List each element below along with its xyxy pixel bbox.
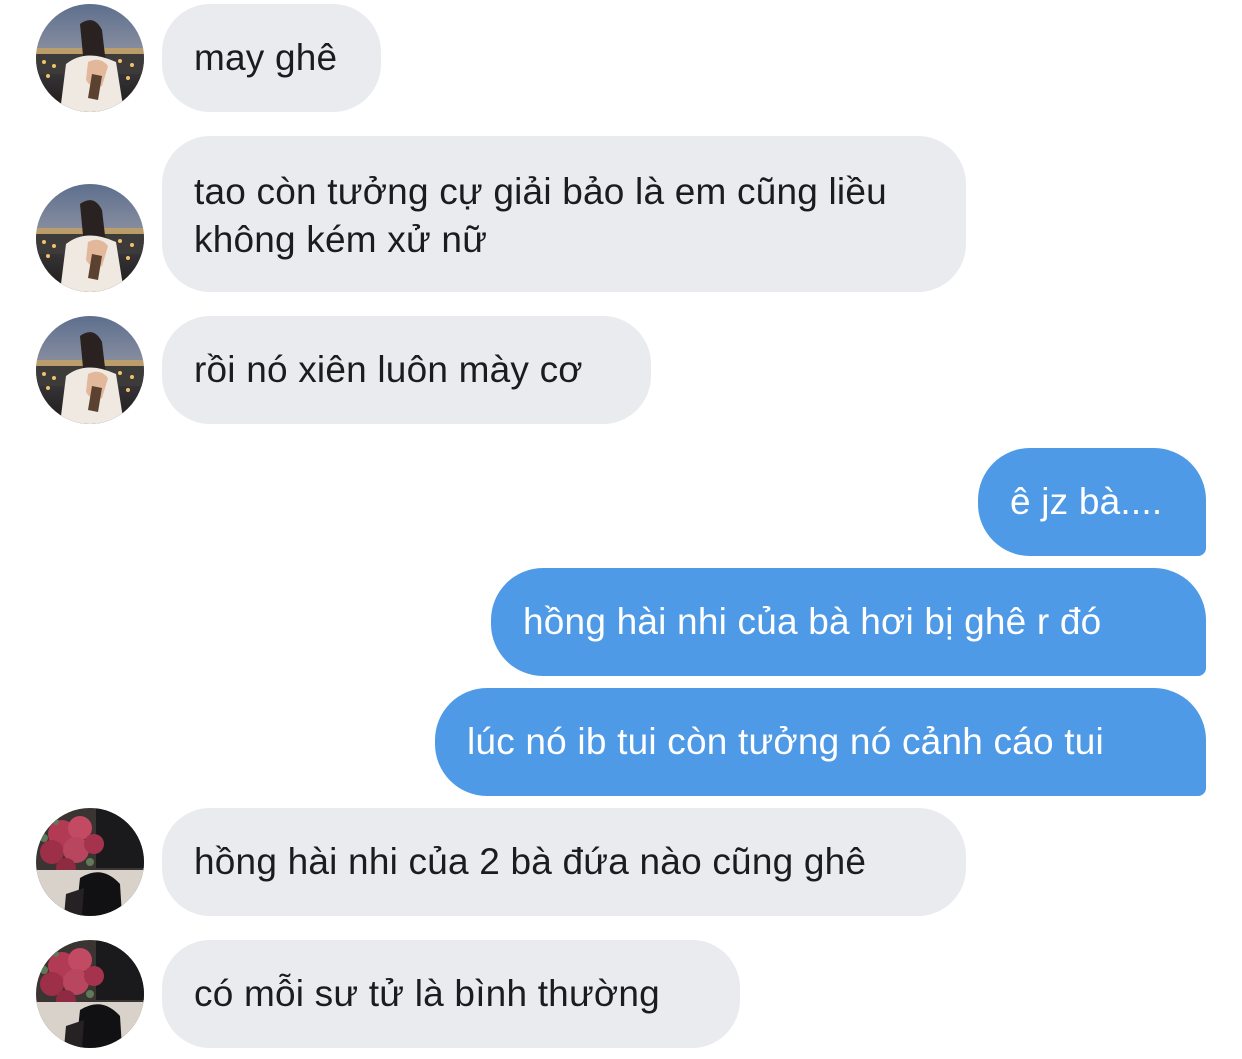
- avatar[interactable]: [36, 184, 144, 292]
- message-text: có mỗi sư tử là bình thường: [194, 973, 660, 1014]
- message-text: tao còn tưởng cự giải bảo là em cũng liề…: [194, 171, 887, 260]
- avatar-girl-city-icon: [36, 316, 144, 424]
- outgoing-message-bubble[interactable]: ê jz bà....: [978, 448, 1206, 556]
- outgoing-message-bubble[interactable]: lúc nó ib tui còn tưởng nó cảnh cáo tui: [435, 688, 1206, 796]
- incoming-message-bubble[interactable]: rồi nó xiên luôn mày cơ: [162, 316, 651, 424]
- incoming-message-bubble[interactable]: may ghê: [162, 4, 381, 112]
- message-text: hồng hài nhi của 2 bà đứa nào cũng ghê: [194, 841, 867, 882]
- incoming-message-bubble[interactable]: hồng hài nhi của 2 bà đứa nào cũng ghê: [162, 808, 966, 916]
- incoming-message-bubble[interactable]: có mỗi sư tử là bình thường: [162, 940, 740, 1048]
- avatar-girl-city-icon: [36, 4, 144, 112]
- incoming-message-bubble[interactable]: tao còn tưởng cự giải bảo là em cũng liề…: [162, 136, 966, 292]
- avatar-girl-city-icon: [36, 184, 144, 292]
- avatar[interactable]: [36, 940, 144, 1048]
- avatar[interactable]: [36, 808, 144, 916]
- message-text: rồi nó xiên luôn mày cơ: [194, 349, 583, 390]
- avatar-flowers-icon: [36, 940, 144, 1048]
- message-text: ê jz bà....: [1010, 481, 1163, 522]
- message-text: may ghê: [194, 37, 338, 78]
- message-text: lúc nó ib tui còn tưởng nó cảnh cáo tui: [467, 721, 1104, 762]
- avatar[interactable]: [36, 316, 144, 424]
- avatar[interactable]: [36, 4, 144, 112]
- avatar-flowers-icon: [36, 808, 144, 916]
- outgoing-message-bubble[interactable]: hồng hài nhi của bà hơi bị ghê r đó: [491, 568, 1206, 676]
- message-text: hồng hài nhi của bà hơi bị ghê r đó: [523, 601, 1102, 642]
